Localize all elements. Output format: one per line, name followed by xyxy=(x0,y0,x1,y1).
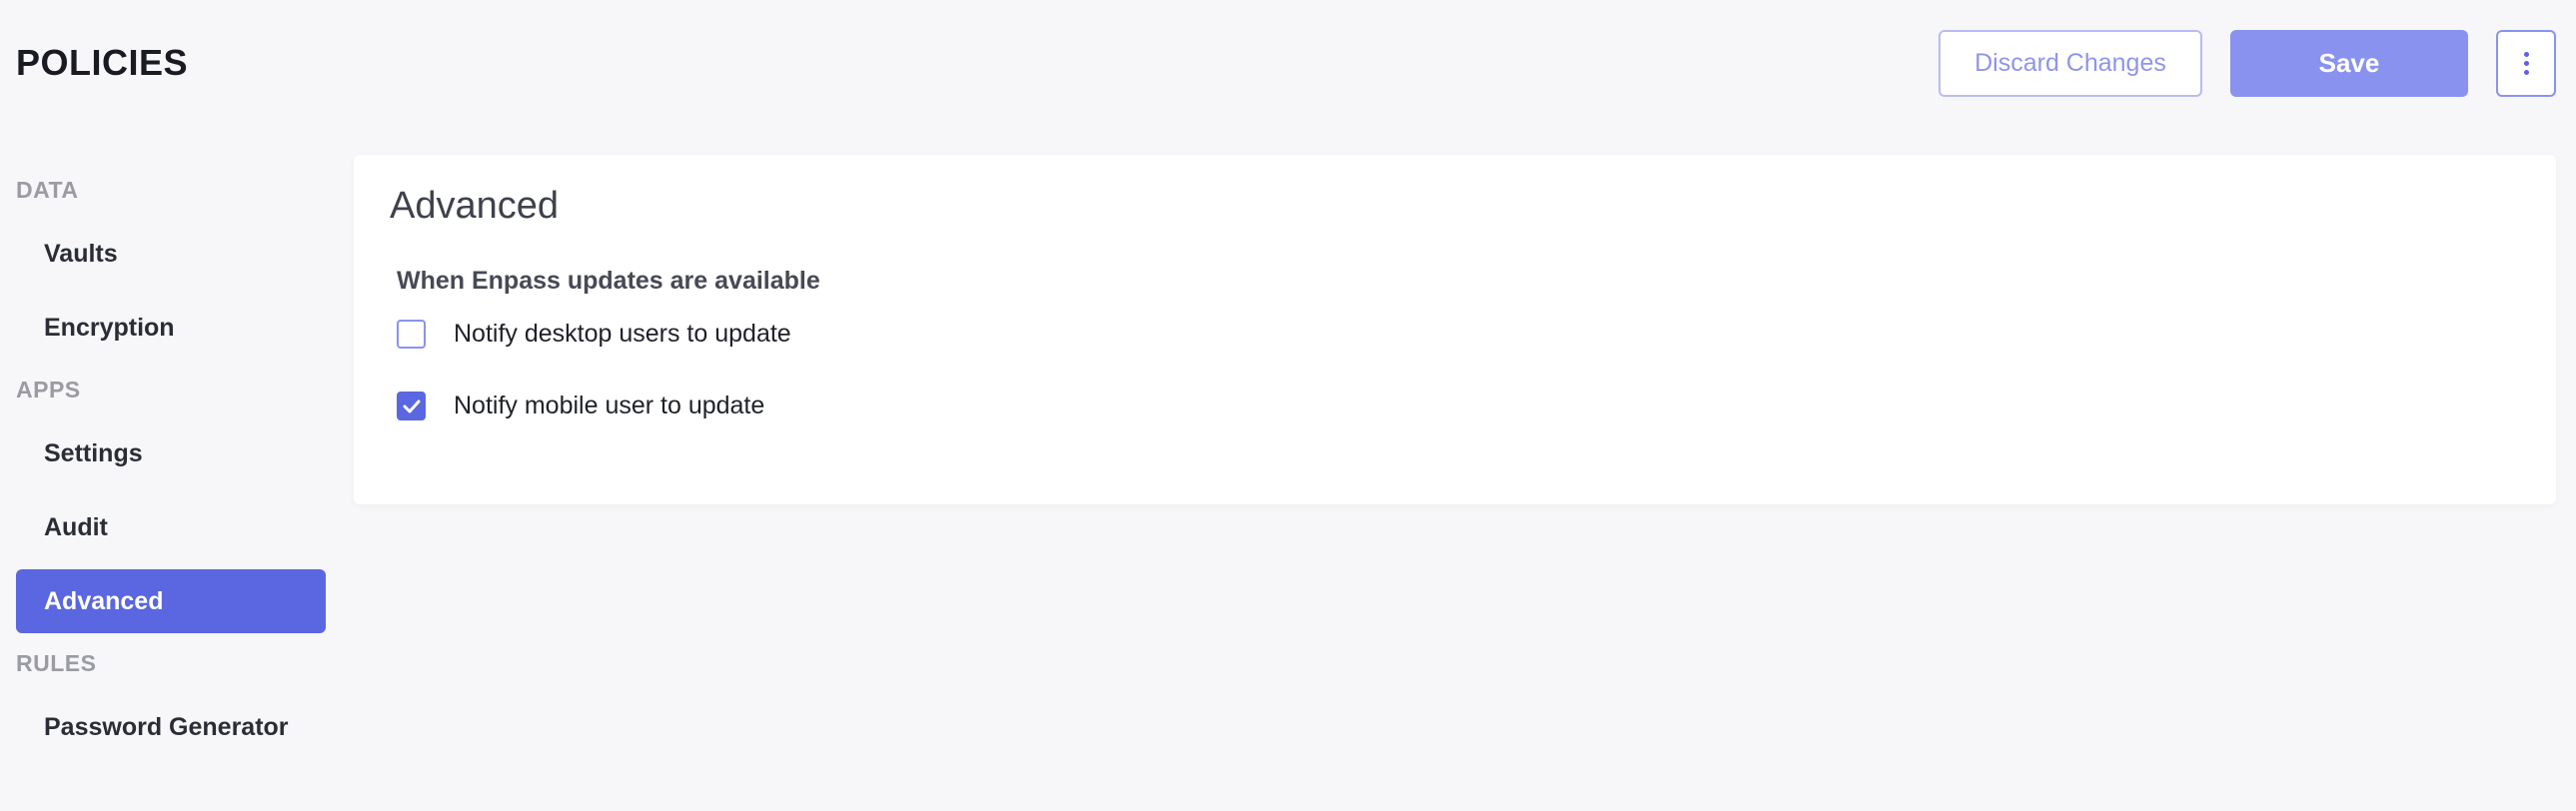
sidebar-item-password-generator[interactable]: Password Generator xyxy=(16,695,326,759)
sidebar-item-settings[interactable]: Settings xyxy=(16,421,326,485)
page-title: POLICIES xyxy=(16,42,189,83)
more-options-button[interactable] xyxy=(2496,30,2556,97)
notify-desktop-label: Notify desktop users to update xyxy=(454,320,791,348)
sidebar-item-advanced[interactable]: Advanced xyxy=(16,569,326,633)
save-button[interactable]: Save xyxy=(2230,30,2468,97)
notify-desktop-option[interactable]: Notify desktop users to update xyxy=(397,320,791,349)
advanced-settings-card: Advanced When Enpass updates are availab… xyxy=(354,155,2556,504)
notify-desktop-checkbox[interactable] xyxy=(397,320,426,349)
card-title: Advanced xyxy=(390,185,560,227)
sidebar-section-apps: APPS xyxy=(16,377,81,403)
policies-page: POLICIES Discard Changes Save DATA Vault… xyxy=(0,0,2576,811)
sidebar-section-rules: RULES xyxy=(16,650,97,676)
header-actions: Discard Changes Save xyxy=(1938,30,2556,97)
sidebar-item-vaults[interactable]: Vaults xyxy=(16,222,326,286)
sidebar: DATA Vaults Encryption APPS Settings Aud… xyxy=(16,170,326,769)
notify-mobile-option[interactable]: Notify mobile user to update xyxy=(397,392,764,420)
sidebar-item-encryption[interactable]: Encryption xyxy=(16,296,326,360)
sidebar-item-audit[interactable]: Audit xyxy=(16,495,326,559)
more-vertical-icon xyxy=(2523,52,2529,75)
notify-mobile-checkbox[interactable] xyxy=(397,392,426,420)
checkmark-icon xyxy=(403,400,420,412)
updates-group-label: When Enpass updates are available xyxy=(397,267,820,295)
notify-mobile-label: Notify mobile user to update xyxy=(454,392,765,419)
sidebar-section-data: DATA xyxy=(16,177,79,203)
discard-changes-button[interactable]: Discard Changes xyxy=(1938,30,2202,97)
